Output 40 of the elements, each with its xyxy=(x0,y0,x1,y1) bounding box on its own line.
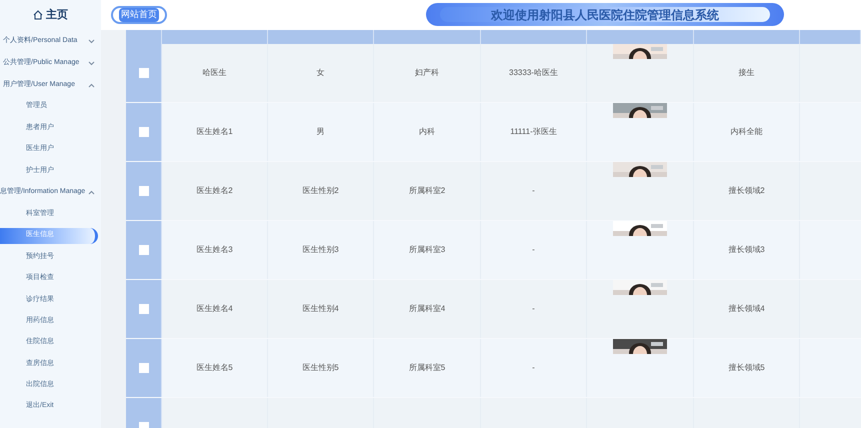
table-cell: - xyxy=(532,362,535,374)
checkbox[interactable] xyxy=(138,186,148,196)
table-cell: 擅长领域2 xyxy=(728,185,765,197)
table-cell: 妇产科 xyxy=(415,67,439,79)
table-cell: 男 xyxy=(316,126,324,138)
table-cell: 所属科室2 xyxy=(408,185,446,197)
table-cell: 11111-张医生 xyxy=(510,126,557,138)
home-link[interactable]: 主页 xyxy=(46,6,68,24)
checkbox[interactable] xyxy=(138,245,148,255)
table-cell: 医生性别2 xyxy=(302,185,339,197)
system-title: 欢迎使用射阳县人民医院住院管理信息系统 xyxy=(491,6,719,24)
table-cell: 所属科室5 xyxy=(408,362,446,374)
table-cell: 医生姓名2 xyxy=(196,185,233,197)
table-cell: 内科 xyxy=(419,126,435,138)
table-cell: 女 xyxy=(316,67,324,79)
checkbox[interactable] xyxy=(138,363,148,373)
table-cell: 所属科室4 xyxy=(408,303,446,315)
table-cell: 医生性别5 xyxy=(302,362,339,374)
table-cell: 接生 xyxy=(738,67,754,79)
table-cell: - xyxy=(532,244,535,256)
table-cell: 擅长领域3 xyxy=(728,244,765,256)
table-cell: 医生姓名1 xyxy=(196,126,233,138)
table-cell: - xyxy=(532,303,535,315)
table-cell: 擅长领域5 xyxy=(728,362,765,374)
table-cell: 医生性别3 xyxy=(302,244,339,256)
checkbox[interactable] xyxy=(138,304,148,314)
table-cell: 医生姓名4 xyxy=(196,303,233,315)
table-cell: 医生姓名5 xyxy=(196,362,233,374)
table-cell: 擅长领域4 xyxy=(728,303,765,315)
table-cell: 内科全能 xyxy=(730,126,762,138)
checkbox[interactable] xyxy=(138,68,148,78)
table-cell: 医生姓名3 xyxy=(196,244,233,256)
table-cell: 哈医生 xyxy=(202,67,226,79)
home-icon xyxy=(33,10,43,20)
table-cell: 33333-哈医生 xyxy=(509,67,558,79)
home-button[interactable]: 网站首页 xyxy=(111,6,167,24)
checkbox[interactable] xyxy=(138,127,148,137)
table-cell: 所属科室3 xyxy=(408,244,446,256)
table-cell: 医生性别4 xyxy=(302,303,339,315)
table-cell: - xyxy=(532,185,535,197)
